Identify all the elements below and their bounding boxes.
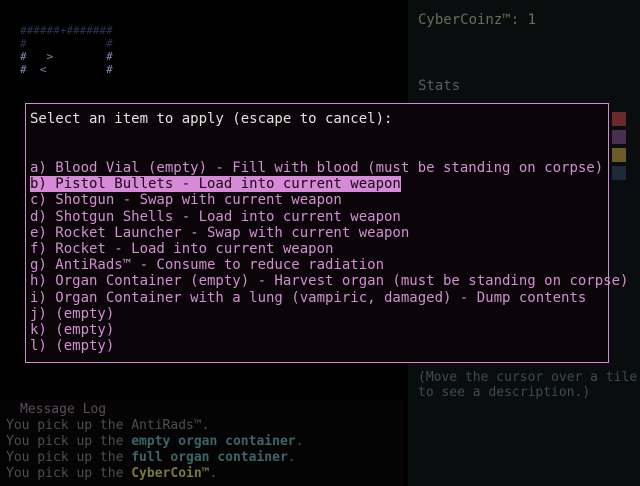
dungeon-map: ######+####### # # # > # # < # (20, 24, 132, 92)
log-item: empty organ container (131, 434, 296, 449)
log-line: You pick up the empty organ container. (6, 434, 406, 450)
stat-bars (612, 112, 626, 184)
dialog-prompt: Select an item to apply (escape to cance… (30, 111, 393, 127)
map-row: ######+####### (20, 24, 113, 37)
stat-bar (612, 112, 626, 126)
log-suffix: . (209, 466, 218, 481)
log-suffix: . (287, 450, 296, 465)
log-line: You pick up the full organ container. (6, 450, 406, 466)
item-list: a) Blood Vial (empty) - Fill with blood … (30, 160, 628, 354)
apply-item-dialog: Select an item to apply (escape to cance… (25, 103, 628, 363)
item-option-l[interactable]: l) (empty) (30, 338, 608, 354)
item-option-f[interactable]: f) Rocket - Load into current weapon (30, 241, 608, 257)
map-row: # > # (20, 50, 113, 63)
message-log-title: Message Log (20, 402, 107, 417)
log-prefix: You pick up the (6, 466, 132, 481)
item-option-i[interactable]: i) Organ Container with a lung (vampiric… (30, 290, 608, 306)
stats-title: Stats (418, 78, 461, 94)
log-line: You pick up the AntiRads™. (6, 418, 406, 434)
log-line: You pick up the CyberCoin™. (6, 466, 406, 482)
log-prefix: You pick up the (6, 450, 132, 465)
cybercoinz-counter: CyberCoinz™: 1 (418, 12, 537, 28)
stat-bar (612, 148, 626, 162)
stat-bar (612, 130, 626, 144)
log-suffix: . (295, 434, 304, 449)
log-item: AntiRads™. (131, 418, 210, 433)
map-row: # # (20, 37, 113, 50)
stat-bar (612, 166, 626, 180)
map-row: # < # (20, 63, 113, 76)
item-option-g[interactable]: g) AntiRads™ - Consume to reduce radiati… (30, 257, 608, 273)
item-option-c[interactable]: c) Shotgun - Swap with current weapon (30, 192, 608, 208)
log-prefix: You pick up the (6, 434, 132, 449)
item-option-b[interactable]: b) Pistol Bullets - Load into current we… (30, 176, 401, 193)
item-option-d[interactable]: d) Shotgun Shells - Load into current we… (30, 209, 608, 225)
item-option-j[interactable]: j) (empty) (30, 306, 608, 322)
log-item: CyberCoin™ (131, 466, 210, 481)
message-log-lines: You pick up the AntiRads™. You pick up t… (6, 418, 406, 482)
log-prefix: You pick up the (6, 418, 132, 433)
item-option-e[interactable]: e) Rocket Launcher - Swap with current w… (30, 225, 608, 241)
item-option-h[interactable]: h) Organ Container (empty) - Harvest org… (30, 273, 628, 289)
item-option-a[interactable]: a) Blood Vial (empty) - Fill with blood … (30, 160, 608, 176)
log-item: full organ container (131, 450, 288, 465)
tile-description: (Move the cursor over a tile to see a de… (418, 370, 638, 400)
item-option-k[interactable]: k) (empty) (30, 322, 608, 338)
